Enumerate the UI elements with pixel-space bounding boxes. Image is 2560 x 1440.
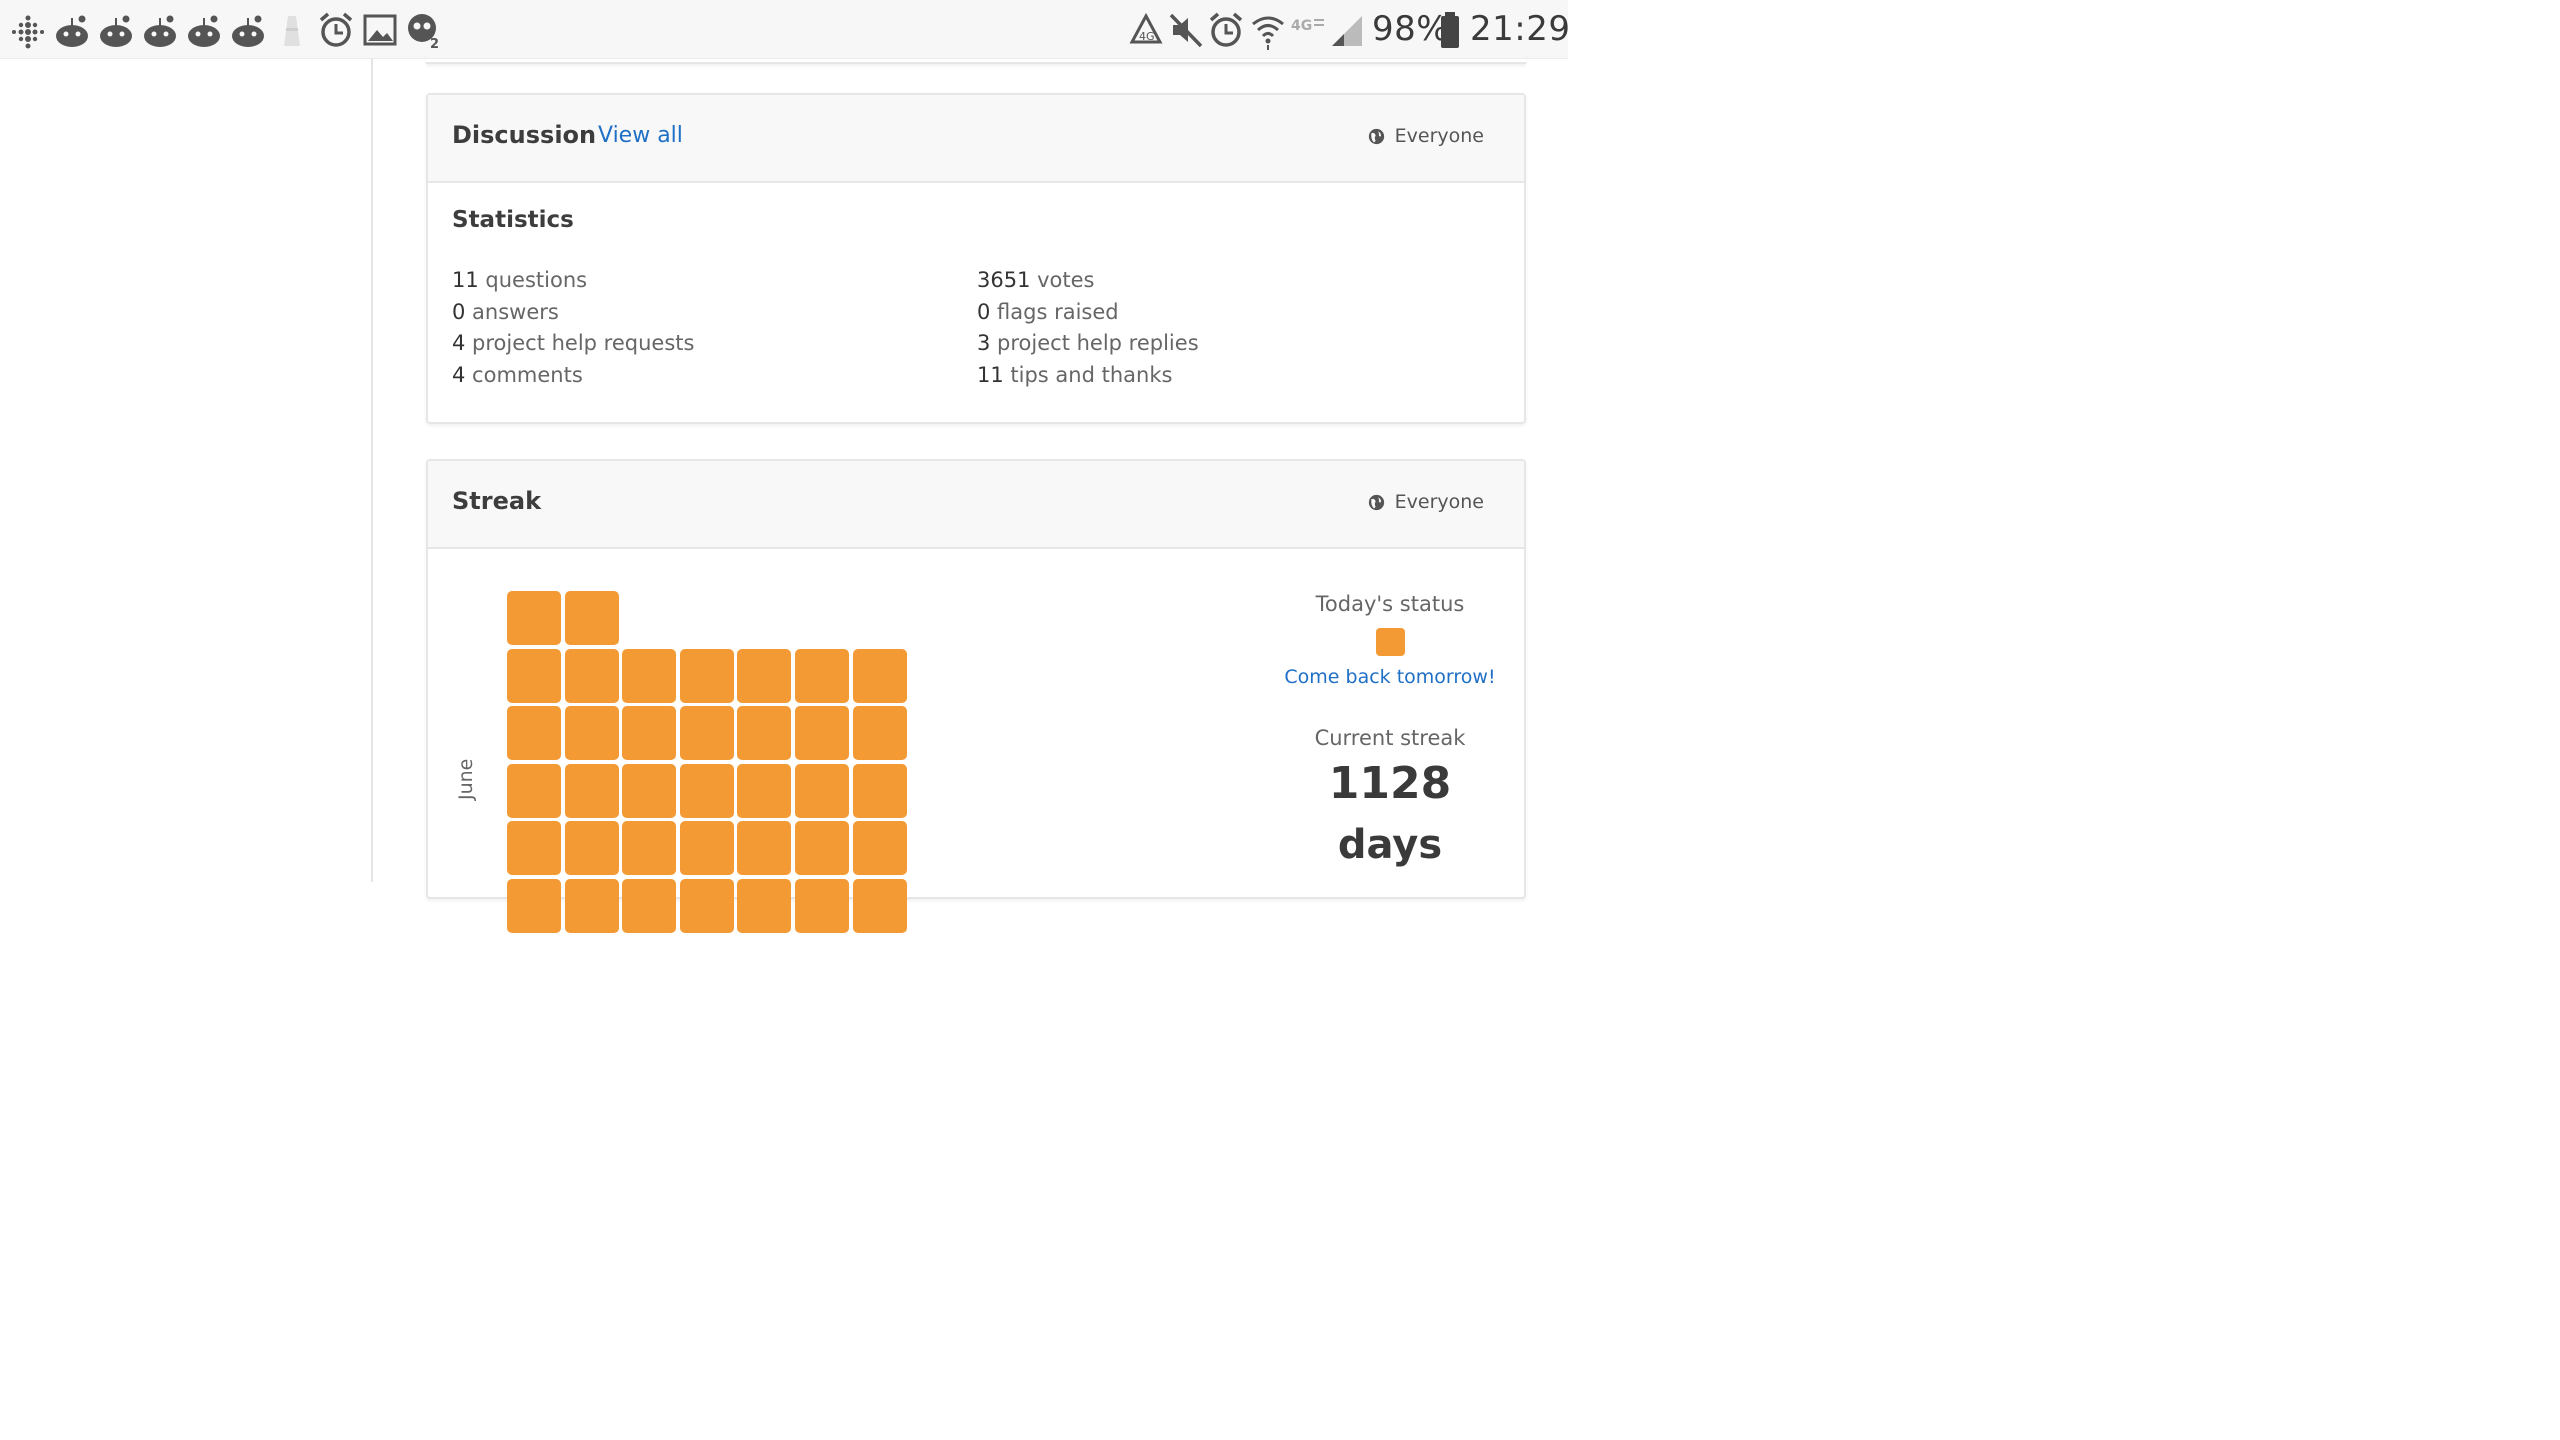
reddit-icon	[188, 15, 220, 47]
streak-day-cell	[507, 879, 561, 933]
fitbit-icon	[12, 15, 44, 49]
skull-icon: 2	[408, 14, 439, 50]
discussion-title: Discussion	[452, 121, 597, 149]
streak-day-cell	[507, 821, 561, 876]
streak-visibility[interactable]: Everyone	[1368, 491, 1484, 513]
discussion-visibility[interactable]: Everyone	[1368, 125, 1484, 147]
month-label: June	[455, 758, 477, 800]
discussion-header: Discussion View all Everyone	[428, 95, 1524, 183]
globe-icon	[1368, 128, 1384, 144]
stat-votes: 3651 votes	[977, 268, 1095, 292]
visibility-label: Everyone	[1394, 491, 1484, 513]
streak-day-cell	[737, 879, 792, 933]
visibility-label: Everyone	[1394, 125, 1484, 147]
streak-day-cell	[507, 648, 561, 703]
streak-title: Streak	[452, 487, 542, 515]
status-bar: 2 4G 4G 98% 21:29	[0, 0, 1571, 59]
stats-right: 3651 votes 0 flags raised 3 project help…	[977, 265, 1199, 391]
stats-left: 11 questions 0 answers 4 project help re…	[452, 265, 694, 391]
left-sidebar	[0, 59, 373, 882]
reddit-icon	[100, 15, 132, 47]
streak-day-cell	[852, 648, 907, 703]
streak-day-cell	[852, 763, 907, 818]
streak-day-cell	[507, 763, 561, 818]
streak-day-cell	[507, 706, 561, 761]
streak-day-cell	[737, 821, 792, 876]
streak-day-cell	[679, 763, 734, 818]
streak-day-cell	[679, 648, 734, 703]
streak-day-cell	[852, 821, 907, 876]
streak-day-cell	[622, 763, 677, 818]
streak-day-cell	[737, 706, 792, 761]
streak-day-cell	[852, 879, 907, 933]
alarm-icon	[319, 12, 353, 47]
stat-tips: 11 tips and thanks	[977, 362, 1173, 387]
streak-day-cell	[737, 763, 792, 818]
svg-text:4G: 4G	[1291, 18, 1312, 34]
streak-header: Streak Everyone	[428, 461, 1524, 549]
stat-flags: 0 flags raised	[977, 299, 1119, 324]
current-streak-value: 1128	[1328, 758, 1452, 809]
streak-day-cell	[795, 821, 849, 876]
stat-help-replies: 3 project help replies	[977, 331, 1199, 355]
streak-day-cell	[622, 879, 677, 933]
image-icon	[363, 14, 397, 46]
current-streak-label: Current streak	[1314, 726, 1466, 750]
streak-day-cell	[564, 763, 619, 818]
reddit-icon	[232, 15, 264, 47]
streak-day-cell	[564, 648, 619, 703]
streak-day-cell	[737, 648, 792, 703]
signal-icon	[1332, 16, 1362, 46]
svg-text:4G: 4G	[1139, 30, 1155, 43]
alarm-icon	[1209, 12, 1243, 47]
streak-day-cell	[564, 879, 619, 933]
recycle-icon: 4G	[1129, 12, 1163, 44]
todays-status-label: Today's status	[1315, 592, 1465, 616]
stat-help-requests: 4 project help requests	[452, 331, 695, 355]
come-back-tomorrow-link[interactable]: Come back tomorrow!	[1270, 666, 1510, 688]
4g-icon: 4G	[1291, 18, 1324, 34]
streak-day-cell	[507, 591, 561, 645]
streak-day-cell	[679, 879, 734, 933]
globe-icon	[1368, 494, 1384, 510]
clock-time: 21:29	[1470, 9, 1571, 49]
streak-day-cell	[795, 879, 849, 933]
view-all-link[interactable]: View all	[598, 123, 683, 148]
streak-day-cell	[564, 706, 619, 761]
streak-day-cell	[679, 706, 734, 761]
statistics-title: Statistics	[452, 207, 574, 233]
wifi-icon	[1252, 16, 1284, 50]
stat-answers: 0 answers	[452, 299, 559, 324]
streak-day-cell	[795, 648, 849, 703]
streak-day-cell	[622, 706, 677, 761]
streak-day-cell	[795, 706, 849, 761]
stat-comments: 4 comments	[452, 362, 583, 387]
current-streak-unit: days	[1337, 822, 1443, 868]
tower-icon	[284, 16, 300, 46]
discussion-card: Discussion View all Everyone Statistics …	[426, 93, 1526, 424]
streak-day-cell	[795, 763, 849, 818]
streak-day-cell	[622, 821, 677, 876]
streak-day-cell	[852, 706, 907, 761]
streak-day-cell	[622, 648, 677, 703]
battery-icon	[1441, 12, 1459, 48]
reddit-icon	[144, 15, 176, 47]
previous-card-edge	[426, 52, 1526, 64]
reddit-icon	[56, 15, 88, 47]
streak-day-cell	[564, 591, 619, 645]
svg-text:2: 2	[430, 37, 439, 50]
todays-status-indicator	[1376, 628, 1405, 656]
streak-day-cell	[679, 821, 734, 876]
stat-questions: 11 questions	[452, 268, 588, 292]
mute-icon	[1169, 13, 1203, 48]
streak-day-cell	[564, 821, 619, 876]
